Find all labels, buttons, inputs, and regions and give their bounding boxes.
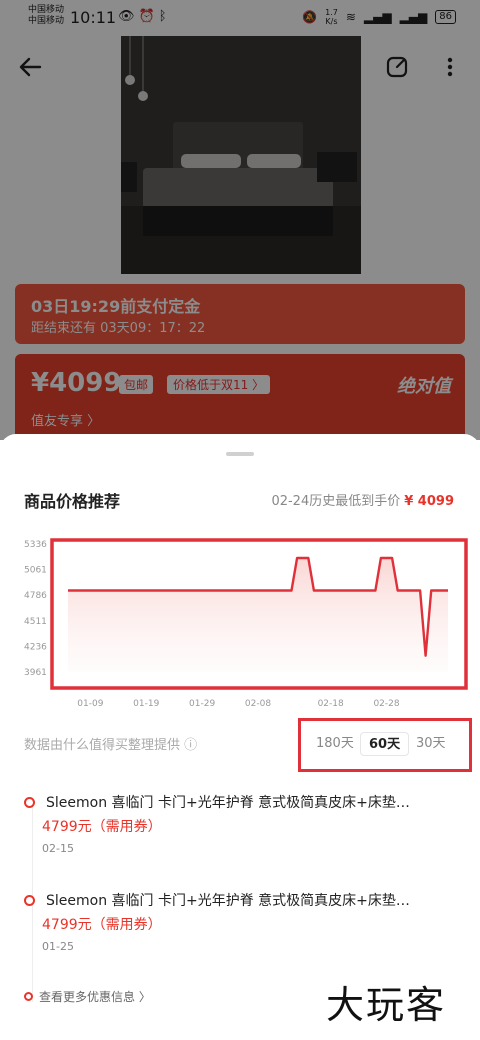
deal-date: 02-15 xyxy=(42,842,74,855)
deal-title: Sleemon 喜临门 卡门+光年护脊 意式极简真皮床+床垫… xyxy=(46,893,410,909)
timeline-dot xyxy=(24,992,33,1001)
y-tick-label: 4786 xyxy=(24,591,47,601)
x-tick-label: 01-29 xyxy=(189,699,215,709)
more-deals-link[interactable]: 查看更多优惠信息 〉 xyxy=(24,988,151,1005)
price-chart-svg: 5336 5061 4786 4511 4236 3961 01-09 01-19 01-29 0… xyxy=(24,538,468,709)
sheet-handle[interactable] xyxy=(226,452,254,456)
price-chart: 5336 5061 4786 4511 4236 3961 01-09 01-19 01-29 0… xyxy=(14,532,474,714)
deal-item[interactable]: Sleemon 喜临门 卡门+光年护脊 意式极简真皮床+床垫… 4799元（需用… xyxy=(24,792,464,862)
x-tick-label: 01-19 xyxy=(133,699,159,709)
x-tick-label: 02-28 xyxy=(373,699,399,709)
range-180[interactable]: 180天 xyxy=(308,732,362,756)
y-tick-label: 3961 xyxy=(24,668,47,678)
history-low: 02-24历史最低到手价 ¥ 4099 xyxy=(271,494,454,509)
watermark: 大玩客 xyxy=(326,983,447,1027)
timeline-dot xyxy=(24,797,35,808)
y-tick-label: 5061 xyxy=(24,566,47,576)
y-tick-label: 4511 xyxy=(24,617,47,627)
range-30[interactable]: 30天 xyxy=(408,732,454,756)
y-tick-label: 4236 xyxy=(24,642,47,652)
range-60[interactable]: 60天 xyxy=(360,732,410,756)
price-sheet: 商品价格推荐 02-24历史最低到手价 ¥ 4099 5336 5061 4786 45… xyxy=(0,434,480,1040)
info-icon[interactable]: ⓘ xyxy=(184,738,197,753)
dim-overlay[interactable] xyxy=(0,0,480,440)
sheet-title: 商品价格推荐 xyxy=(24,492,121,511)
history-low-price: ¥ 4099 xyxy=(404,494,454,509)
timeline-dot xyxy=(24,895,35,906)
x-tick-label: 02-18 xyxy=(318,699,344,709)
price-area xyxy=(68,558,448,672)
source-note: 数据由什么值得买整理提供 ⓘ xyxy=(24,738,198,753)
deal-item[interactable]: Sleemon 喜临门 卡门+光年护脊 意式极简真皮床+床垫… 4799元（需用… xyxy=(24,890,464,960)
deal-date: 01-25 xyxy=(42,940,74,953)
deal-price: 4799元（需用券） xyxy=(42,819,162,835)
x-tick-label: 01-09 xyxy=(77,699,103,709)
x-tick-label: 02-08 xyxy=(245,699,271,709)
deal-price: 4799元（需用券） xyxy=(42,917,162,933)
deal-title: Sleemon 喜临门 卡门+光年护脊 意式极简真皮床+床垫… xyxy=(46,795,410,811)
y-tick-label: 5336 xyxy=(24,540,47,550)
